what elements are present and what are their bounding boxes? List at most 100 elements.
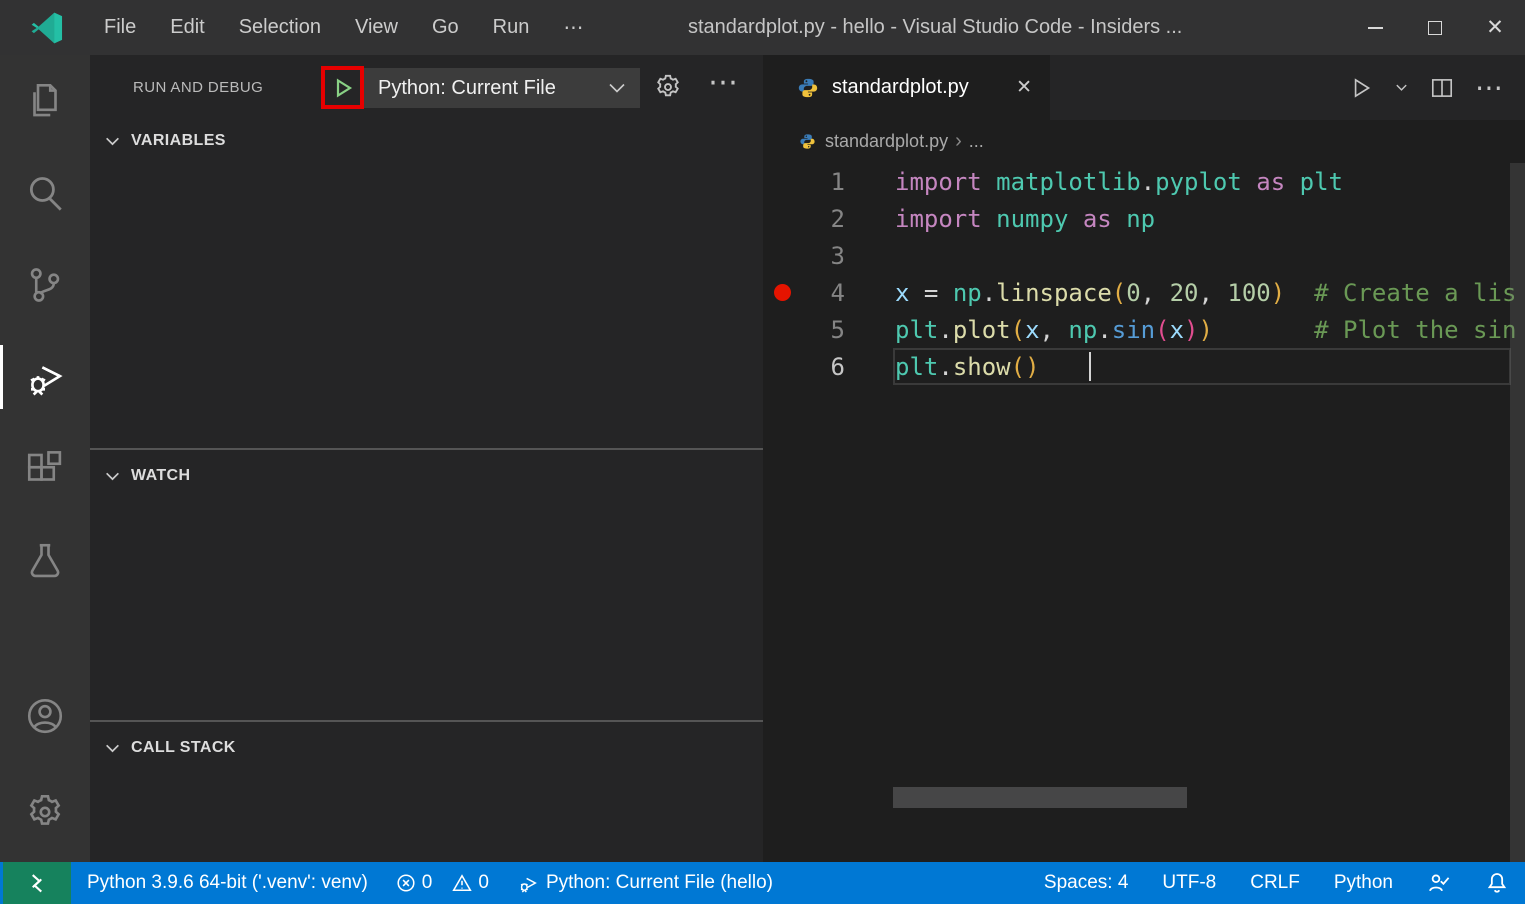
notifications-bell-icon[interactable] (1485, 871, 1509, 895)
sidebar-item-extensions[interactable] (0, 423, 90, 515)
vertical-scrollbar[interactable] (1510, 163, 1525, 862)
editor-actions: ⋯ (1348, 55, 1525, 120)
menu-overflow[interactable]: ⋯ (546, 0, 600, 55)
language-mode-status[interactable]: Python (1334, 872, 1393, 894)
maximize-icon (1428, 21, 1442, 35)
status-bar: Python 3.9.6 64-bit ('.venv': venv) 0 0 (0, 862, 1525, 904)
editor-group: standardplot.py ✕ ⋯ standardplot.py › ..… (763, 55, 1525, 862)
python-file-icon (799, 133, 816, 150)
eol-status[interactable]: CRLF (1250, 872, 1300, 894)
close-button[interactable]: ✕ (1465, 0, 1525, 55)
tab-bar: standardplot.py ✕ ⋯ (763, 55, 1525, 120)
start-debugging-button[interactable] (321, 66, 364, 109)
minimize-button[interactable] (1345, 0, 1405, 55)
error-icon (396, 873, 416, 893)
tab-close-icon[interactable]: ✕ (1016, 76, 1032, 99)
code-text: import matplotlib.pyplot as plt (895, 168, 1343, 196)
tab-standardplot-py[interactable]: standardplot.py ✕ (763, 55, 1050, 120)
configure-gear-icon[interactable] (653, 72, 683, 102)
warning-count: 0 (478, 872, 489, 894)
chevron-down-icon (104, 133, 121, 150)
debug-configuration-dropdown[interactable]: Python: Current File (364, 68, 640, 108)
code-text: plt.plot(x, np.sin(x)) # Plot the sin (895, 316, 1516, 344)
chevron-down-icon (608, 82, 626, 94)
run-and-debug-header: RUN AND DEBUG Python: Current File ⋯ (90, 55, 763, 120)
code-text: import numpy as np (895, 205, 1155, 233)
status-bar-left: Python 3.9.6 64-bit ('.venv': venv) 0 0 (87, 872, 773, 894)
accounts-button[interactable] (0, 670, 90, 762)
variables-section-label: VARIABLES (131, 132, 226, 150)
code-editor[interactable]: 1 import matplotlib.pyplot as plt 2 import … (763, 163, 1525, 862)
indentation-status[interactable]: Spaces: 4 (1044, 872, 1129, 894)
error-count: 0 (422, 872, 433, 894)
editor-more-actions-icon[interactable]: ⋯ (1475, 71, 1503, 104)
sidebar-item-source-control[interactable] (0, 239, 90, 331)
testing-beaker-icon (24, 540, 66, 582)
variables-section-header[interactable]: VARIABLES (90, 120, 763, 162)
text-cursor (1089, 352, 1091, 381)
debug-config-status[interactable]: Python: Current File (hello) (517, 872, 773, 894)
run-python-file-icon[interactable] (1348, 75, 1374, 101)
menu-file[interactable]: File (87, 0, 153, 55)
code-line[interactable]: 5plt.plot(x, np.sin(x)) # Plot the sin (763, 311, 1525, 348)
menu-selection[interactable]: Selection (222, 0, 338, 55)
watch-section-header[interactable]: WATCH (90, 452, 763, 500)
breadcrumb[interactable]: standardplot.py › ... (763, 120, 1525, 163)
horizontal-scrollbar[interactable] (893, 787, 1187, 808)
play-icon (331, 76, 355, 100)
menu-go[interactable]: Go (415, 0, 476, 55)
tab-label: standardplot.py (832, 76, 1008, 99)
menu-run[interactable]: Run (476, 0, 547, 55)
sidebar-item-search[interactable] (0, 147, 90, 239)
views-more-actions-icon[interactable]: ⋯ (708, 65, 740, 100)
window-title: standardplot.py - hello - Visual Studio … (688, 0, 1182, 55)
status-bar-right: Spaces: 4 UTF-8 CRLF Python (1044, 871, 1525, 895)
run-and-debug-icon (24, 356, 66, 398)
run-and-debug-panel: RUN AND DEBUG Python: Current File ⋯ VAR… (90, 55, 763, 862)
gear-icon (24, 791, 66, 833)
remote-indicator[interactable] (3, 862, 71, 904)
python-version-label: Python 3.9.6 64-bit ('.venv': venv) (87, 872, 368, 894)
encoding-status[interactable]: UTF-8 (1162, 872, 1216, 894)
code-line[interactable]: 1 import matplotlib.pyplot as plt (763, 163, 1525, 200)
sidebar-item-explorer[interactable] (0, 55, 90, 147)
code-line[interactable]: 6plt.show() (763, 348, 1525, 385)
breadcrumb-more[interactable]: ... (969, 131, 984, 152)
breadcrumb-file[interactable]: standardplot.py (825, 131, 948, 152)
call-stack-section-header[interactable]: CALL STACK (90, 724, 763, 772)
problems-status[interactable]: 0 0 (396, 872, 489, 894)
menu-edit[interactable]: Edit (153, 0, 221, 55)
sidebar-item-testing[interactable] (0, 515, 90, 607)
settings-button[interactable] (0, 762, 90, 862)
sidebar-item-run-and-debug[interactable] (0, 331, 90, 423)
title-bar: File Edit Selection View Go Run ⋯ standa… (0, 0, 1525, 55)
line-number: 2 (801, 205, 845, 233)
menu-view[interactable]: View (338, 0, 415, 55)
line-number: 3 (801, 242, 845, 270)
watch-pane: WATCH (90, 452, 763, 722)
code-line[interactable]: 4x = np.linspace(0, 20, 100) # Create a … (763, 274, 1525, 311)
breakpoint-dot[interactable] (763, 284, 801, 301)
call-stack-pane: CALL STACK (90, 724, 763, 862)
chevron-down-icon (104, 740, 121, 757)
menu-bar: File Edit Selection View Go Run ⋯ (87, 0, 600, 55)
feedback-icon[interactable] (1427, 871, 1451, 895)
window-controls: ✕ (1345, 0, 1525, 55)
activity-bar (0, 55, 90, 862)
maximize-button[interactable] (1405, 0, 1465, 55)
code-line[interactable]: 2 import numpy as np (763, 200, 1525, 237)
line-number: 6 (801, 353, 845, 381)
variables-pane: VARIABLES (90, 120, 763, 450)
python-file-icon (797, 77, 819, 99)
code-line[interactable]: 3 (763, 237, 1525, 274)
line-number: 1 (801, 168, 845, 196)
run-dropdown-chevron-icon[interactable] (1394, 80, 1409, 95)
split-editor-icon[interactable] (1429, 75, 1455, 101)
watch-section-label: WATCH (131, 467, 190, 485)
call-stack-section-label: CALL STACK (131, 739, 236, 757)
close-icon: ✕ (1486, 15, 1504, 40)
debug-icon (517, 872, 539, 894)
python-interpreter-status[interactable]: Python 3.9.6 64-bit ('.venv': venv) (87, 872, 368, 894)
warning-icon (452, 873, 472, 893)
vscode-insiders-logo-icon (31, 12, 63, 44)
